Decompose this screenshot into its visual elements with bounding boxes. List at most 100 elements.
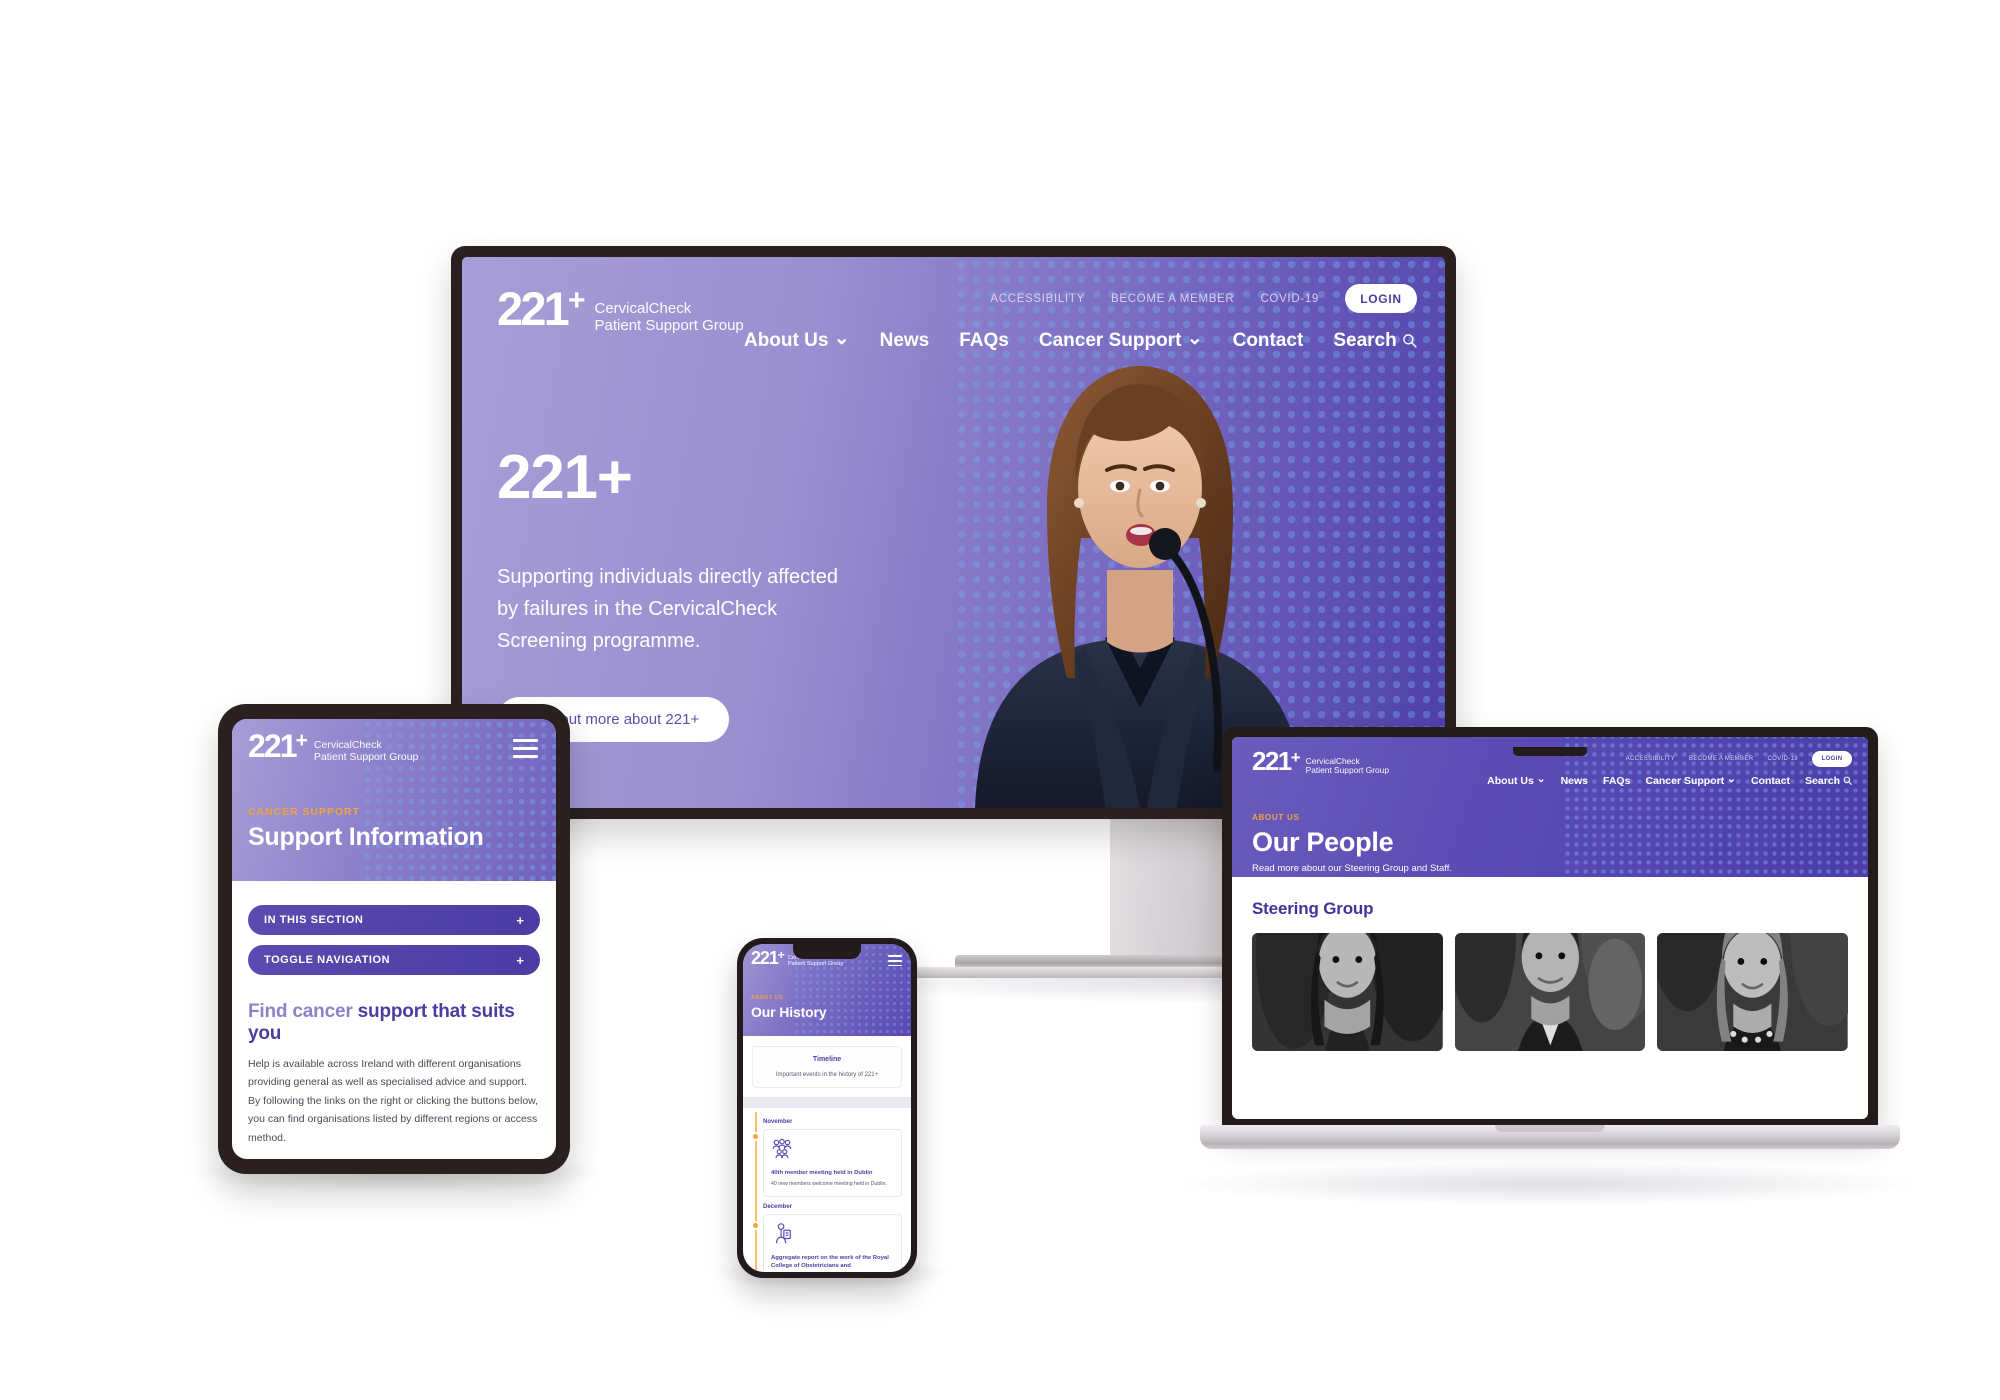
accordion-label: IN THIS SECTION	[264, 914, 364, 926]
monitor-site-header: 221 + CervicalCheck Patient Support Grou…	[462, 257, 1445, 367]
laptop-device: 221 + CervicalCheck Patient Support Grou…	[1200, 727, 1900, 1177]
login-button[interactable]: LOGIN	[1812, 751, 1852, 767]
site-logo[interactable]: 221 + CervicalCheck Patient Support Grou…	[1252, 746, 1389, 776]
timeline-marker	[751, 1132, 760, 1141]
timeline-item-detail: 40 new members welcome meeting held in D…	[771, 1181, 887, 1188]
timeline-card-title: Timeline	[812, 1056, 842, 1063]
timeline-month-december: December	[763, 1204, 793, 1211]
nav-item-cancer-support[interactable]: Cancer Support ⌄	[1039, 328, 1203, 352]
person-card[interactable]	[1252, 933, 1443, 1051]
timeline-item-title: 40th member meeting held in Dublin	[771, 1170, 873, 1176]
nav-item-about-us[interactable]: About Us ⌄	[744, 328, 850, 352]
hamburger-menu-icon[interactable]	[513, 739, 538, 758]
hamburger-menu-icon[interactable]	[888, 955, 902, 967]
logo-plus-icon: +	[567, 284, 586, 317]
section-heading-light: Find cancer	[248, 1001, 358, 1022]
page-title: Our History	[751, 1004, 827, 1020]
utility-link-become-a-member[interactable]: BECOME A MEMBER	[1689, 756, 1753, 762]
nav-item-search[interactable]: Search	[1805, 775, 1852, 787]
tablet-device: 221 + CervicalCheck Patient Support Grou…	[218, 704, 570, 1174]
chevron-down-icon: ⌄	[1186, 328, 1203, 349]
chevron-down-icon: ⌄	[833, 328, 850, 349]
page-eyebrow: ABOUT US	[751, 995, 784, 1001]
logo-subtitle: CervicalCheck Patient Support Group	[313, 739, 419, 764]
laptop-camera-notch	[1513, 747, 1587, 756]
utility-link-covid-19[interactable]: COVID-19	[1260, 293, 1319, 305]
accordion-label: TOGGLE NAVIGATION	[264, 954, 391, 966]
logo-mark: 221	[1252, 746, 1292, 776]
accordion-in-this-section[interactable]: IN THIS SECTION +	[248, 905, 540, 935]
laptop-page-body: Steering Group	[1232, 877, 1868, 1051]
portrait-photo	[1657, 933, 1849, 1051]
mockup-canvas: 221 + CervicalCheck Patient Support Grou…	[0, 0, 2000, 1400]
section-divider	[743, 1097, 911, 1108]
nav-item-contact[interactable]: Contact	[1233, 330, 1304, 352]
chevron-down-icon: ⌄	[1727, 773, 1736, 785]
logo-subtitle: CervicalCheck Patient Support Group	[1306, 756, 1389, 776]
site-logo[interactable]: 221 + CervicalCheck Patient Support Grou…	[497, 282, 744, 335]
timeline-item-title: Aggregate report on the work of the Roya…	[771, 1255, 889, 1272]
search-icon	[1403, 333, 1417, 348]
plus-icon: +	[516, 912, 524, 928]
nav-item-search[interactable]: Search	[1333, 330, 1417, 352]
utility-link-accessibility[interactable]: ACCESSIBILITY	[990, 293, 1085, 305]
plus-icon: +	[516, 952, 524, 968]
nav-item-news[interactable]: News	[1561, 775, 1588, 787]
people-grid	[1252, 933, 1849, 1051]
utility-nav: ACCESSIBILITY BECOME A MEMBER COVID-19 L…	[1626, 751, 1852, 767]
logo-plus-icon: +	[777, 948, 785, 962]
utility-link-become-a-member[interactable]: BECOME A MEMBER	[1111, 293, 1234, 305]
utility-link-covid-19[interactable]: COVID-19	[1767, 756, 1798, 762]
logo-plus-icon: +	[1290, 748, 1301, 767]
timeline-card-subtitle: Important events in the history of 221+	[775, 1072, 879, 1078]
group-of-people-icon	[772, 1138, 792, 1159]
logo-subtitle-line1: CervicalCheck	[313, 739, 382, 751]
tablet-screen: 221 + CervicalCheck Patient Support Grou…	[232, 719, 556, 1159]
nav-item-news[interactable]: News	[880, 330, 930, 352]
page-title: Support Information	[248, 823, 484, 851]
section-body-text: Help is available across Ireland with di…	[248, 1058, 539, 1144]
laptop-screen: 221 + CervicalCheck Patient Support Grou…	[1232, 737, 1868, 1119]
section-heading: Find cancer support that suits you	[248, 1001, 540, 1045]
logo-mark: 221	[751, 948, 779, 968]
phone-notch	[793, 944, 861, 959]
accordion-toggle-navigation[interactable]: TOGGLE NAVIGATION +	[248, 945, 540, 975]
page-title: Our People	[1252, 827, 1394, 857]
page-subtitle: Read more about our Steering Group and S…	[1252, 863, 1452, 874]
timeline-item[interactable]: 40th member meeting held in Dublin 40 ne…	[763, 1129, 902, 1198]
nav-item-about-us[interactable]: About Us ⌄	[1487, 773, 1546, 787]
chevron-down-icon: ⌄	[1536, 773, 1546, 785]
person-card[interactable]	[1657, 933, 1849, 1051]
main-nav: About Us ⌄ News FAQs Cancer Support ⌄ Co…	[744, 328, 1417, 352]
nav-item-faqs[interactable]: FAQs	[959, 330, 1009, 352]
timeline-month-november: November	[763, 1119, 793, 1125]
logo-subtitle-line2: Patient Support Group	[313, 750, 419, 763]
search-icon	[1843, 776, 1852, 785]
utility-link-accessibility[interactable]: ACCESSIBILITY	[1626, 756, 1675, 762]
logo-subtitle-line2: Patient Support Group	[594, 316, 744, 334]
logo-subtitle-line1: CervicalCheck	[594, 300, 692, 317]
section-heading-steering-group: Steering Group	[1252, 899, 1374, 918]
timeline-intro-card: Timeline Important events in the history…	[752, 1046, 902, 1088]
tablet-site-header: 221 + CervicalCheck Patient Support Grou…	[232, 719, 556, 881]
logo-plus-icon: +	[295, 729, 308, 752]
report-document-icon	[775, 1223, 791, 1244]
nav-item-cancer-support[interactable]: Cancer Support ⌄	[1645, 773, 1736, 787]
hero-title: 221+	[497, 443, 633, 512]
phone-device: 221 + CervicalCheck Patient Support Grou…	[737, 938, 917, 1278]
utility-nav: ACCESSIBILITY BECOME A MEMBER COVID-19 L…	[990, 284, 1417, 313]
login-button[interactable]: LOGIN	[1345, 284, 1417, 313]
laptop-site-header: 221 + CervicalCheck Patient Support Grou…	[1232, 737, 1868, 877]
logo-mark: 221	[248, 728, 298, 764]
page-eyebrow: CANCER SUPPORT	[248, 806, 360, 818]
nav-item-contact[interactable]: Contact	[1751, 775, 1790, 787]
logo-mark: 221	[497, 282, 570, 335]
site-logo[interactable]: 221 + CervicalCheck Patient Support Grou…	[248, 728, 419, 764]
timeline-item[interactable]: Aggregate report on the work of the Roya…	[763, 1214, 902, 1272]
logo-subtitle: CervicalCheck Patient Support Group	[594, 300, 744, 335]
nav-item-faqs[interactable]: FAQs	[1603, 775, 1630, 787]
person-card[interactable]	[1454, 933, 1646, 1051]
hero-content: 221+ Supporting individuals directly aff…	[497, 442, 862, 742]
monitor-screen: 221 + CervicalCheck Patient Support Grou…	[462, 257, 1445, 808]
portrait-photo	[1252, 933, 1443, 1051]
